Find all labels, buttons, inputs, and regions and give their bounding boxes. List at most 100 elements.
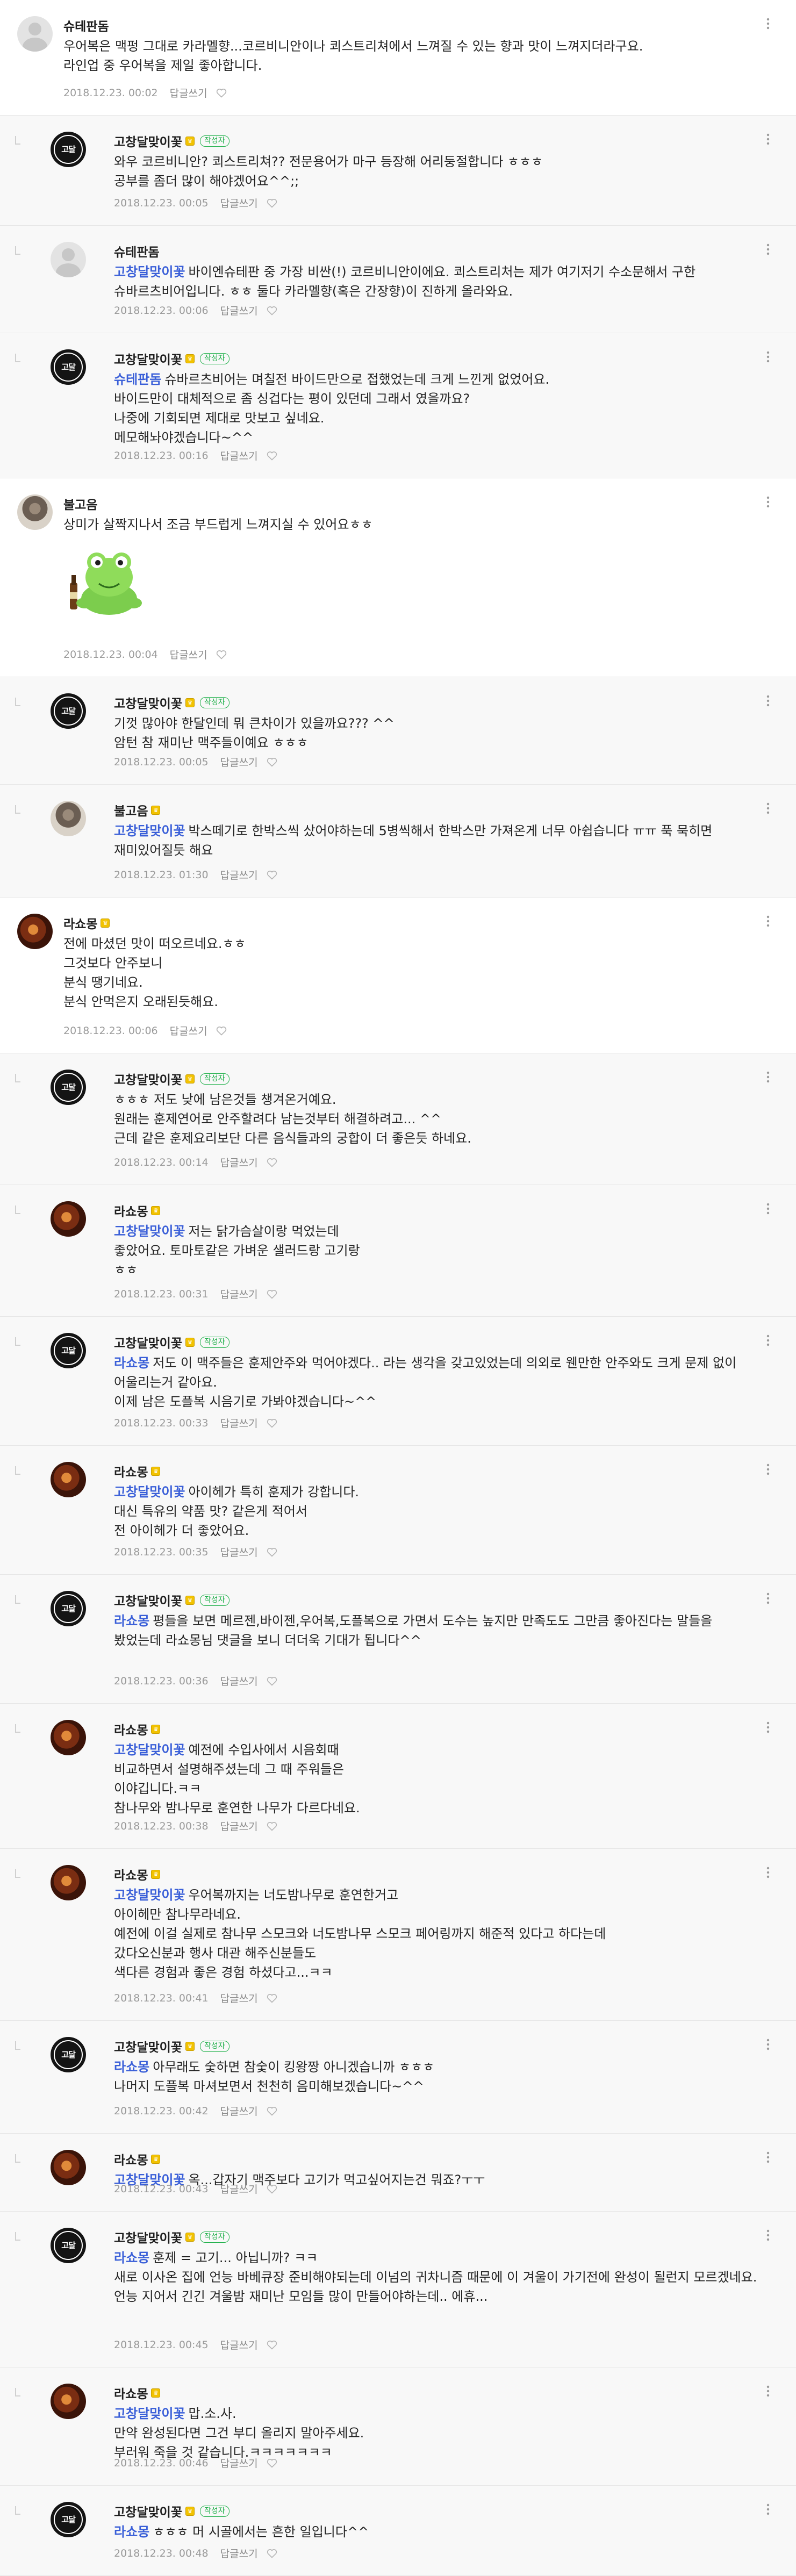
more-options-icon[interactable]: [761, 2228, 776, 2243]
avatar[interactable]: [51, 1462, 86, 1497]
avatar[interactable]: [51, 2150, 86, 2185]
more-options-icon[interactable]: [761, 914, 776, 929]
author-name[interactable]: 고창달맞이꽃: [114, 1591, 182, 1609]
more-options-icon[interactable]: [761, 1591, 776, 1606]
author-name[interactable]: 고창달맞이꽃: [114, 1070, 182, 1088]
heart-icon[interactable]: [267, 1547, 277, 1557]
mention-link[interactable]: 고창달맞이꽃: [114, 1484, 185, 1499]
more-options-icon[interactable]: [761, 494, 776, 510]
avatar[interactable]: [17, 16, 53, 52]
avatar[interactable]: [51, 801, 86, 836]
author-name[interactable]: 라쇼몽: [114, 1201, 148, 1219]
reply-button[interactable]: 답글쓰기: [220, 2546, 258, 2560]
heart-icon[interactable]: [267, 306, 277, 315]
heart-icon[interactable]: [267, 2106, 277, 2116]
reply-button[interactable]: 답글쓰기: [220, 867, 258, 882]
author-name[interactable]: 고창달맞이꽃: [114, 2502, 182, 2520]
author-name[interactable]: 고창달맞이꽃: [114, 2037, 182, 2055]
more-options-icon[interactable]: [761, 1201, 776, 1216]
mention-link[interactable]: 고창달맞이꽃: [114, 264, 185, 279]
reply-button[interactable]: 답글쓰기: [170, 647, 207, 662]
mention-link[interactable]: 고창달맞이꽃: [114, 1224, 185, 1239]
reply-button[interactable]: 답글쓰기: [220, 1155, 258, 1169]
reply-button[interactable]: 답글쓰기: [220, 2104, 258, 2118]
reply-button[interactable]: 답글쓰기: [220, 1991, 258, 2005]
reply-button[interactable]: 답글쓰기: [220, 2182, 258, 2196]
avatar[interactable]: 고달: [51, 1591, 86, 1626]
author-name[interactable]: 라쇼몽: [114, 2384, 148, 2402]
author-name[interactable]: 고창달맞이꽃: [114, 1333, 182, 1351]
avatar[interactable]: [51, 1865, 86, 1900]
avatar[interactable]: [17, 494, 53, 530]
avatar[interactable]: [17, 914, 53, 949]
avatar[interactable]: 고달: [51, 2228, 86, 2263]
mention-link[interactable]: 고창달맞이꽃: [114, 1742, 185, 1757]
reply-button[interactable]: 답글쓰기: [220, 2337, 258, 2352]
avatar[interactable]: 고달: [51, 693, 86, 729]
heart-icon[interactable]: [267, 2549, 277, 2558]
mention-link[interactable]: 라쇼몽: [114, 1613, 149, 1628]
heart-icon[interactable]: [267, 2184, 277, 2194]
reply-button[interactable]: 답글쓰기: [220, 1287, 258, 1301]
author-name[interactable]: 고창달맞이꽃: [114, 2228, 182, 2246]
mention-link[interactable]: 슈테판돔: [114, 372, 161, 387]
heart-icon[interactable]: [216, 88, 227, 98]
reply-button[interactable]: 답글쓰기: [220, 448, 258, 463]
avatar[interactable]: [51, 1720, 86, 1755]
author-name[interactable]: 슈테판돔: [63, 16, 109, 34]
author-name[interactable]: 슈테판돔: [114, 242, 160, 260]
reply-button[interactable]: 답글쓰기: [220, 1674, 258, 1688]
mention-link[interactable]: 라쇼몽: [114, 2524, 149, 2539]
reply-button[interactable]: 답글쓰기: [220, 1819, 258, 1833]
more-options-icon[interactable]: [761, 693, 776, 708]
heart-icon[interactable]: [267, 1993, 277, 2003]
author-name[interactable]: 불고음: [63, 494, 97, 513]
author-name[interactable]: 고창달맞이꽃: [114, 349, 182, 368]
mention-link[interactable]: 라쇼몽: [114, 1355, 149, 1370]
reply-button[interactable]: 답글쓰기: [170, 1023, 207, 1038]
heart-icon[interactable]: [267, 870, 277, 880]
avatar[interactable]: 고달: [51, 1333, 86, 1368]
heart-icon[interactable]: [267, 1821, 277, 1831]
author-name[interactable]: 고창달맞이꽃: [114, 693, 182, 712]
author-name[interactable]: 라쇼몽: [114, 2150, 148, 2168]
author-name[interactable]: 불고음: [114, 801, 148, 819]
avatar[interactable]: [51, 2384, 86, 2419]
avatar[interactable]: 고달: [51, 1070, 86, 1105]
heart-icon[interactable]: [267, 1289, 277, 1299]
more-options-icon[interactable]: [761, 2037, 776, 2052]
mention-link[interactable]: 고창달맞이꽃: [114, 2406, 185, 2421]
more-options-icon[interactable]: [761, 2502, 776, 2517]
author-name[interactable]: 라쇼몽: [114, 1720, 148, 1738]
avatar[interactable]: 고달: [51, 2502, 86, 2537]
more-options-icon[interactable]: [761, 801, 776, 816]
heart-icon[interactable]: [267, 1158, 277, 1167]
reply-button[interactable]: 답글쓰기: [220, 2456, 258, 2470]
avatar[interactable]: [51, 242, 86, 277]
author-name[interactable]: 라쇼몽: [114, 1865, 148, 1883]
heart-icon[interactable]: [267, 1676, 277, 1686]
more-options-icon[interactable]: [761, 1462, 776, 1477]
avatar[interactable]: 고달: [51, 132, 86, 167]
more-options-icon[interactable]: [761, 1070, 776, 1085]
heart-icon[interactable]: [267, 2340, 277, 2350]
heart-icon[interactable]: [267, 757, 277, 767]
heart-icon[interactable]: [216, 1026, 227, 1036]
heart-icon[interactable]: [267, 1418, 277, 1428]
reply-button[interactable]: 답글쓰기: [220, 303, 258, 318]
mention-link[interactable]: 고창달맞이꽃: [114, 1888, 185, 1903]
more-options-icon[interactable]: [761, 242, 776, 257]
more-options-icon[interactable]: [761, 1333, 776, 1348]
reply-button[interactable]: 답글쓰기: [220, 196, 258, 210]
mention-link[interactable]: 고창달맞이꽃: [114, 823, 185, 838]
reply-button[interactable]: 답글쓰기: [170, 85, 207, 100]
more-options-icon[interactable]: [761, 1720, 776, 1735]
more-options-icon[interactable]: [761, 349, 776, 364]
heart-icon[interactable]: [216, 650, 227, 659]
more-options-icon[interactable]: [761, 2384, 776, 2399]
avatar[interactable]: 고달: [51, 349, 86, 385]
more-options-icon[interactable]: [761, 2150, 776, 2165]
reply-button[interactable]: 답글쓰기: [220, 755, 258, 769]
heart-icon[interactable]: [267, 198, 277, 208]
avatar[interactable]: 고달: [51, 2037, 86, 2072]
